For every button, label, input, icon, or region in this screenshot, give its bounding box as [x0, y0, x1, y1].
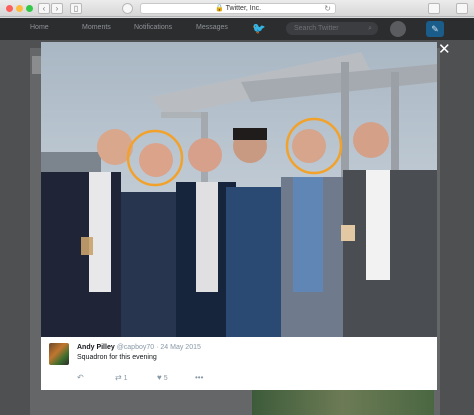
nav-moments[interactable]: Moments	[82, 24, 111, 31]
retweet-count: 1	[123, 375, 128, 382]
zoom-window-button[interactable]	[26, 5, 33, 12]
retweet-button[interactable]: ⇄ 1	[115, 373, 128, 384]
share-icon[interactable]	[428, 3, 440, 14]
nav-messages[interactable]: Messages	[196, 24, 228, 31]
back-icon[interactable]: ‹	[38, 3, 50, 14]
tweet-date[interactable]: 24 May 2015	[160, 344, 200, 351]
lock-icon: 🔒	[214, 5, 224, 12]
tweet-separator: ·	[156, 344, 159, 351]
reply-button[interactable]: ↶	[77, 373, 84, 384]
search-icon: ⌕	[368, 25, 372, 32]
tweet-header: Andy Pilley @capboy70 · 24 May 2015	[77, 344, 201, 351]
media-modal: Andy Pilley @capboy70 · 24 May 2015 Squa…	[41, 42, 437, 390]
minimize-window-button[interactable]	[16, 5, 23, 12]
user-avatar[interactable]	[390, 21, 406, 37]
tweet-details: Andy Pilley @capboy70 · 24 May 2015 Squa…	[41, 337, 437, 390]
heart-icon: ♥	[157, 373, 162, 382]
like-count: 5	[163, 375, 168, 382]
retweet-icon: ⇄	[115, 373, 122, 382]
more-options-button[interactable]: •••	[195, 373, 203, 384]
twitter-bird-icon[interactable]: 🐦	[252, 22, 266, 35]
nav-notifications[interactable]: Notifications	[134, 24, 172, 31]
group-photo	[41, 42, 437, 337]
forward-icon[interactable]: ›	[51, 3, 63, 14]
address-bar[interactable]: 🔒 Twitter, Inc. ↻	[140, 3, 336, 14]
tweet-author-name[interactable]: Andy Pilley	[77, 344, 115, 351]
twitter-nav: Home Moments Notifications Messages 🐦 Se…	[0, 18, 474, 40]
close-icon[interactable]: ✕	[438, 42, 451, 57]
tabs-icon[interactable]	[456, 3, 468, 14]
compose-tweet-button[interactable]: ✎	[426, 21, 444, 37]
search-input[interactable]: Search Twitter ⌕	[286, 22, 378, 35]
background-photo	[252, 390, 434, 415]
tweet-text: Squadron for this evening	[77, 354, 157, 361]
tweet-author-handle[interactable]: @capboy70	[117, 344, 154, 351]
reload-icon[interactable]: ↻	[324, 4, 331, 13]
browser-toolbar: ‹ › ▯ 🔒 Twitter, Inc. ↻	[0, 0, 474, 17]
reply-icon: ↶	[77, 373, 84, 382]
nav-home[interactable]: Home	[30, 24, 49, 31]
tweet-author-avatar[interactable]	[49, 343, 69, 365]
tweet-photo[interactable]	[41, 42, 437, 337]
tweet-actions: ↶ ⇄ 1 ♥ 5 •••	[77, 373, 277, 383]
address-text: Twitter, Inc.	[225, 5, 262, 12]
sidebar-icon[interactable]: ▯	[70, 3, 82, 14]
like-button[interactable]: ♥ 5	[157, 373, 168, 384]
shield-icon[interactable]	[122, 3, 133, 14]
close-window-button[interactable]	[6, 5, 13, 12]
search-placeholder: Search Twitter	[294, 25, 339, 32]
ellipsis-icon: •••	[195, 373, 204, 382]
